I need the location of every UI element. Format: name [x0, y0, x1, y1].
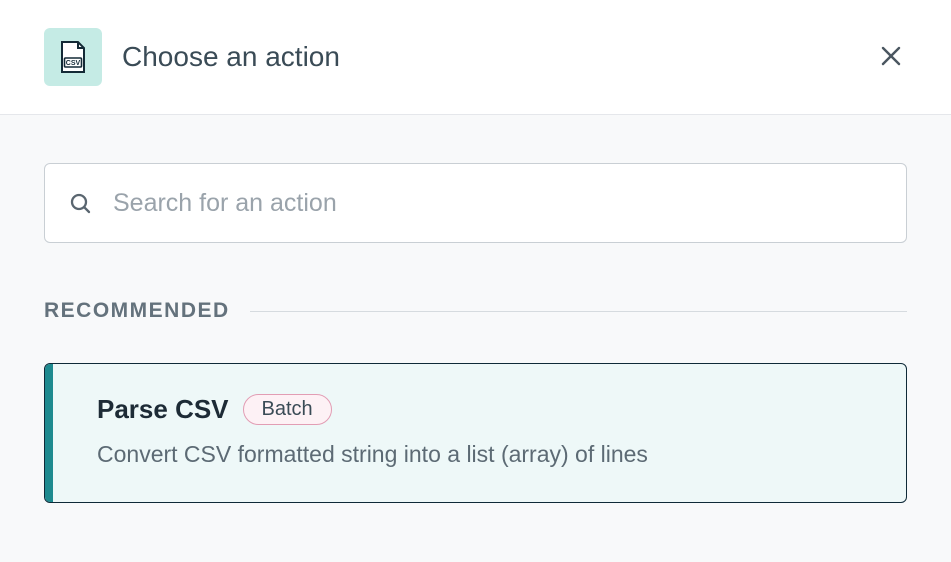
header-left: CSV Choose an action [44, 28, 340, 86]
search-input[interactable] [44, 163, 907, 243]
dialog-body: RECOMMENDED Parse CSV Batch Convert CSV … [0, 115, 951, 503]
close-button[interactable] [871, 37, 911, 77]
csv-file-icon: CSV [44, 28, 102, 86]
close-icon [879, 44, 903, 71]
svg-text:CSV: CSV [66, 60, 81, 67]
choose-action-dialog: CSV Choose an action [0, 0, 951, 562]
batch-badge: Batch [243, 394, 332, 425]
search-container [44, 163, 907, 243]
card-accent-bar [45, 364, 53, 502]
search-icon [68, 191, 92, 215]
action-title: Parse CSV [97, 394, 229, 425]
section-header-row: RECOMMENDED [44, 299, 907, 323]
section-divider [250, 311, 907, 312]
card-title-row: Parse CSV Batch [97, 394, 858, 425]
action-description: Convert CSV formatted string into a list… [97, 441, 858, 468]
dialog-title: Choose an action [122, 41, 340, 73]
dialog-header: CSV Choose an action [0, 0, 951, 115]
section-header: RECOMMENDED [44, 299, 230, 323]
action-card-parse-csv[interactable]: Parse CSV Batch Convert CSV formatted st… [44, 363, 907, 503]
